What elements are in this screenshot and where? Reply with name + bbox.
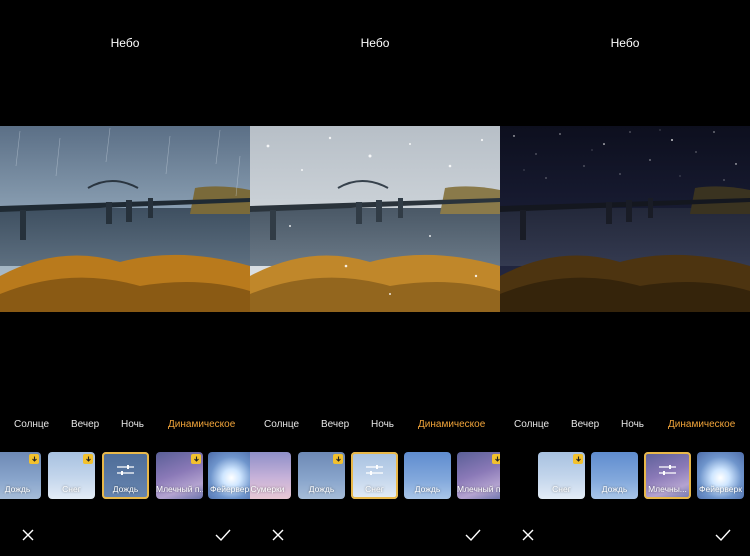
- photo-preview[interactable]: [250, 126, 500, 312]
- tab-night[interactable]: Ночь: [371, 419, 394, 430]
- tab-sun[interactable]: Солнце: [264, 419, 299, 430]
- sky-thumbnail[interactable]: Дождь: [0, 452, 41, 499]
- download-icon: [191, 454, 201, 464]
- adjust-icon[interactable]: [365, 464, 384, 476]
- thumbnail-label: Снег: [552, 484, 571, 494]
- thumbnail-label: Фейерверк: [210, 484, 250, 494]
- download-icon: [573, 454, 583, 464]
- tab-evening[interactable]: Вечер: [321, 419, 349, 430]
- editor-panel-rain: Небо Солнце Вечер Ночь Динамическое Дожд…: [0, 0, 250, 556]
- tab-sun[interactable]: Солнце: [14, 419, 49, 430]
- sky-thumbnail-strip: Снег Дождь Млечны... Фейерверк: [500, 452, 750, 499]
- sky-thumbnail[interactable]: Дождь: [404, 452, 451, 499]
- tab-evening[interactable]: Вечер: [571, 419, 599, 430]
- sky-thumbnail-selected[interactable]: Снег: [351, 452, 398, 499]
- thumbnail-label: Дождь: [308, 484, 335, 494]
- sky-thumbnail-selected[interactable]: Дождь: [102, 452, 149, 499]
- sky-thumbnail[interactable]: Дождь: [298, 452, 345, 499]
- download-icon: [333, 454, 343, 464]
- close-icon[interactable]: [21, 528, 35, 542]
- download-icon: [29, 454, 39, 464]
- thumbnail-label: Млечный п...: [457, 484, 500, 494]
- sky-thumbnail[interactable]: Фейерверк: [208, 452, 250, 499]
- tab-evening[interactable]: Вечер: [71, 419, 99, 430]
- tab-dynamic[interactable]: Динамическое: [418, 419, 485, 430]
- thumbnail-label: Дождь: [112, 484, 139, 494]
- sky-thumbnail[interactable]: Млечный п...: [457, 452, 500, 499]
- screen-title: Небо: [360, 36, 390, 50]
- thumbnail-label: Млечны...: [648, 484, 687, 494]
- thumbnail-label: Снег: [62, 484, 81, 494]
- thumbnail-label: Дождь: [4, 484, 31, 494]
- photo-preview[interactable]: [0, 126, 250, 312]
- check-icon[interactable]: [465, 528, 481, 542]
- download-icon: [492, 454, 500, 464]
- check-icon[interactable]: [215, 528, 231, 542]
- close-icon[interactable]: [521, 528, 535, 542]
- sky-category-tabs: Солнце Вечер Ночь Динамическое: [500, 419, 750, 433]
- sky-thumbnail[interactable]: Сумерки: [250, 452, 291, 499]
- sky-category-tabs: Солнце Вечер Ночь Динамическое: [250, 419, 500, 433]
- sky-thumbnail-selected[interactable]: Млечны...: [644, 452, 691, 499]
- screen-title: Небо: [610, 36, 640, 50]
- thumbnail-label: Млечный п...: [156, 484, 203, 494]
- screen-title: Небо: [110, 36, 140, 50]
- sky-thumbnail[interactable]: Снег: [48, 452, 95, 499]
- check-icon[interactable]: [715, 528, 731, 542]
- thumbnail-label: Дождь: [414, 484, 441, 494]
- tab-night[interactable]: Ночь: [621, 419, 644, 430]
- thumbnail-label: Фейерверк: [699, 484, 742, 494]
- sky-category-tabs: Солнце Вечер Ночь Динамическое: [0, 419, 250, 433]
- tab-night[interactable]: Ночь: [121, 419, 144, 430]
- photo-preview[interactable]: [500, 126, 750, 312]
- download-icon: [83, 454, 93, 464]
- close-icon[interactable]: [271, 528, 285, 542]
- editor-panel-snow: Небо Солнце Вечер Ночь Динамическое Суме…: [250, 0, 500, 556]
- sky-thumbnail[interactable]: Фейерверк: [697, 452, 744, 499]
- thumbnail-label: Дождь: [601, 484, 628, 494]
- tab-sun[interactable]: Солнце: [514, 419, 549, 430]
- thumbnail-label: Снег: [365, 484, 384, 494]
- thumbnail-label: Сумерки: [250, 484, 285, 494]
- sky-thumbnail[interactable]: Дождь: [591, 452, 638, 499]
- adjust-icon[interactable]: [116, 464, 135, 476]
- sky-thumbnail-strip: Сумерки Дождь Снег Дождь Млечный п...: [250, 452, 500, 499]
- sky-thumbnail[interactable]: Снег: [538, 452, 585, 499]
- tab-dynamic[interactable]: Динамическое: [168, 419, 235, 430]
- sky-thumbnail[interactable]: Млечный п...: [156, 452, 203, 499]
- adjust-icon[interactable]: [658, 464, 677, 476]
- editor-panel-milky-way: Небо Солнце Вечер Ночь Динамическое Снег…: [500, 0, 750, 556]
- tab-dynamic[interactable]: Динамическое: [668, 419, 735, 430]
- sky-thumbnail-strip: Дождь Снег Дождь Млечный п... Фейерверк: [0, 452, 250, 499]
